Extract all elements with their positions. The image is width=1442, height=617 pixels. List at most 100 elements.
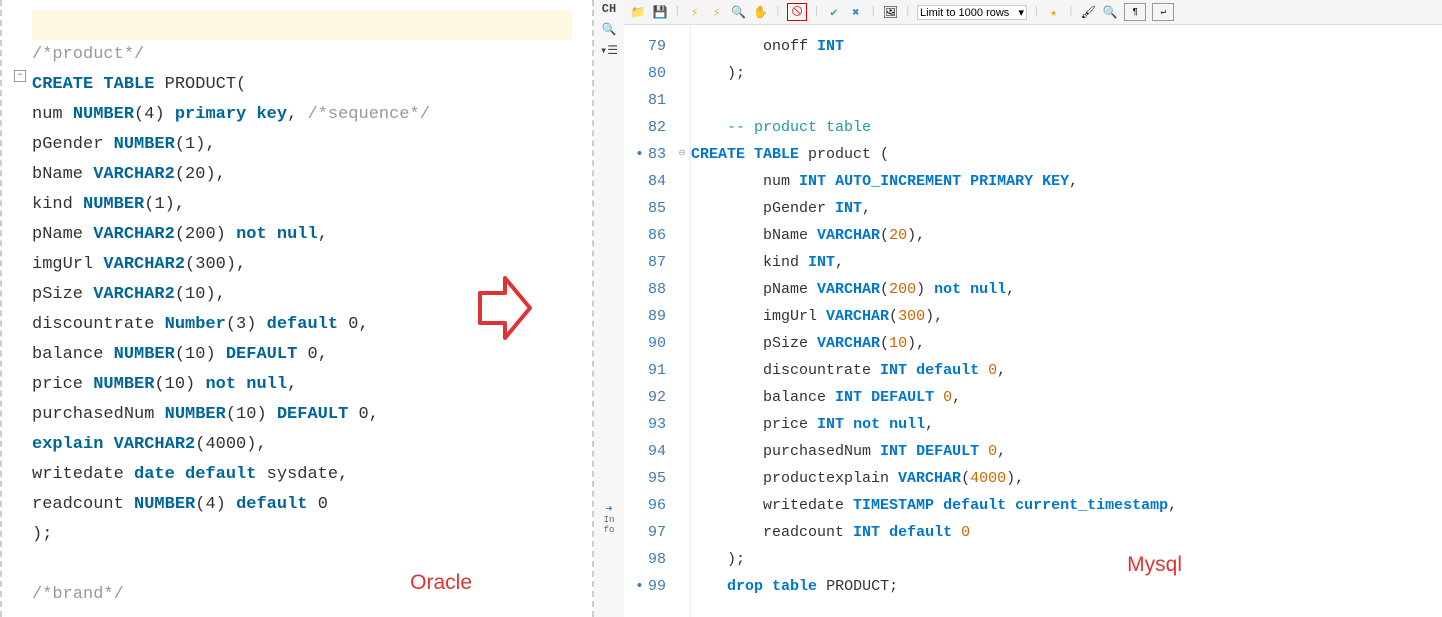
line-number: 92	[624, 384, 666, 411]
fold-guide	[674, 330, 690, 357]
line-number: 88	[624, 276, 666, 303]
fold-guide	[674, 303, 690, 330]
line-number: 86	[624, 222, 666, 249]
code-line[interactable]: bName VARCHAR(20),	[691, 222, 1442, 249]
code-line[interactable]: price NUMBER(10) not null,	[32, 370, 572, 400]
mysql-toolbar: 📁 💾 | ⚡ ⚡ 🔍 ✋ | 🚫 | ✔ ✖ | 🖼 | Limit to 1…	[624, 0, 1442, 25]
fold-guide	[674, 519, 690, 546]
code-line[interactable]: /*product*/	[32, 40, 572, 70]
fold-guide	[674, 357, 690, 384]
code-line[interactable]: bName VARCHAR2(20),	[32, 160, 572, 190]
code-line[interactable]: readcount NUMBER(4) default 0	[32, 490, 572, 520]
code-line[interactable]: pName VARCHAR2(200) not null,	[32, 220, 572, 250]
execute-step-icon[interactable]: ⚡	[709, 4, 725, 20]
stop-icon[interactable]: ✋	[753, 4, 769, 20]
fold-minus-icon[interactable]: −	[14, 70, 26, 82]
line-number: 85	[624, 195, 666, 222]
fold-guide	[674, 411, 690, 438]
code-line[interactable]: writedate date default sysdate,	[32, 460, 572, 490]
line-number: 87	[624, 249, 666, 276]
code-line[interactable]: explain VARCHAR2(4000),	[32, 430, 572, 460]
commit-icon[interactable]: ✔	[826, 4, 842, 20]
autocommit-icon[interactable]: 🖼	[882, 4, 898, 20]
search-icon[interactable]: 🔍	[602, 22, 617, 37]
line-number-gutter: 7980818283848586878889909192939495969798…	[624, 25, 674, 617]
fold-guide	[674, 573, 690, 600]
code-line[interactable]	[691, 87, 1442, 114]
code-line[interactable]: discountrate INT default 0,	[691, 357, 1442, 384]
line-number: 96	[624, 492, 666, 519]
code-line[interactable]: /*brand*/	[32, 580, 572, 610]
line-number: 82	[624, 114, 666, 141]
code-line[interactable]: kind INT,	[691, 249, 1442, 276]
line-number: 79	[624, 33, 666, 60]
code-line[interactable]: num INT AUTO_INCREMENT PRIMARY KEY,	[691, 168, 1442, 195]
line-number: 95	[624, 465, 666, 492]
line-number: 97	[624, 519, 666, 546]
code-line[interactable]: drop table PRODUCT;	[691, 573, 1442, 600]
code-line[interactable]	[32, 550, 572, 580]
fold-guide	[674, 168, 690, 195]
rollback-icon[interactable]: ✖	[848, 4, 864, 20]
explain-icon[interactable]: 🔍	[731, 4, 747, 20]
toggle2-icon[interactable]: ↵	[1152, 3, 1174, 21]
code-line[interactable]: pGender NUMBER(1),	[32, 130, 572, 160]
fold-guide	[674, 114, 690, 141]
line-number: 80	[624, 60, 666, 87]
fold-toggle-icon[interactable]: ⊖	[674, 141, 690, 168]
mysql-editor[interactable]: 📁 💾 | ⚡ ⚡ 🔍 ✋ | 🚫 | ✔ ✖ | 🖼 | Limit to 1…	[624, 0, 1442, 617]
mysql-label: Mysql	[1127, 553, 1182, 577]
anchor-icon: CH	[602, 2, 616, 16]
info-button[interactable]: ➜In fo	[604, 504, 615, 536]
code-line[interactable]: num NUMBER(4) primary key, /*sequence*/	[32, 100, 572, 130]
code-line[interactable]	[32, 10, 572, 40]
code-line[interactable]: writedate TIMESTAMP default current_time…	[691, 492, 1442, 519]
line-number: 81	[624, 87, 666, 114]
format-icon[interactable]: 🖌	[1080, 4, 1096, 20]
code-line[interactable]: imgUrl VARCHAR(300),	[691, 303, 1442, 330]
find-icon[interactable]: 🔍	[1102, 4, 1118, 20]
line-number: 98	[624, 546, 666, 573]
fold-column[interactable]: ⊖	[674, 25, 691, 617]
line-number: 83	[624, 141, 666, 168]
fold-guide	[674, 492, 690, 519]
code-line[interactable]: purchasedNum NUMBER(10) DEFAULT 0,	[32, 400, 572, 430]
no-limit-icon[interactable]: 🚫	[787, 3, 807, 21]
execute-icon[interactable]: ⚡	[687, 4, 703, 20]
filter-icon[interactable]: ▾☰	[600, 43, 618, 58]
fold-guide	[674, 384, 690, 411]
code-line[interactable]: balance INT DEFAULT 0,	[691, 384, 1442, 411]
middle-panel: CH 🔍 ▾☰ ➜In fo	[594, 0, 624, 617]
code-line[interactable]: pGender INT,	[691, 195, 1442, 222]
code-line[interactable]: -- product table	[691, 114, 1442, 141]
code-line[interactable]: );	[691, 60, 1442, 87]
fold-guide	[674, 465, 690, 492]
fold-guide	[674, 438, 690, 465]
save-icon[interactable]: 💾	[652, 4, 668, 20]
code-line[interactable]: purchasedNum INT DEFAULT 0,	[691, 438, 1442, 465]
mysql-editor-body[interactable]: 7980818283848586878889909192939495969798…	[624, 25, 1442, 617]
code-line[interactable]: );	[691, 546, 1442, 573]
mysql-code-area[interactable]: onoff INT ); -- product tableCREATE TABL…	[691, 25, 1442, 617]
line-number: 99	[624, 573, 666, 600]
code-line[interactable]: readcount INT default 0	[691, 519, 1442, 546]
code-line[interactable]: pSize VARCHAR(10),	[691, 330, 1442, 357]
line-number: 89	[624, 303, 666, 330]
code-line[interactable]: kind NUMBER(1),	[32, 190, 572, 220]
toggle1-icon[interactable]: ¶	[1124, 3, 1146, 21]
code-line[interactable]: );	[32, 520, 572, 550]
fold-guide	[674, 222, 690, 249]
line-number: 94	[624, 438, 666, 465]
fold-guide	[674, 195, 690, 222]
code-line[interactable]: CREATE TABLE PRODUCT(	[32, 70, 572, 100]
code-line[interactable]: pName VARCHAR(200) not null,	[691, 276, 1442, 303]
limit-rows-select[interactable]: Limit to 1000 rows ▾	[917, 5, 1027, 20]
open-icon[interactable]: 📁	[630, 4, 646, 20]
code-line[interactable]: productexplain VARCHAR(4000),	[691, 465, 1442, 492]
code-line[interactable]: onoff INT	[691, 33, 1442, 60]
beautify-icon[interactable]: ★	[1046, 4, 1062, 20]
code-line[interactable]: price INT not null,	[691, 411, 1442, 438]
fold-guide	[674, 60, 690, 87]
code-line[interactable]: CREATE TABLE product (	[691, 141, 1442, 168]
oracle-label: Oracle	[410, 571, 472, 595]
